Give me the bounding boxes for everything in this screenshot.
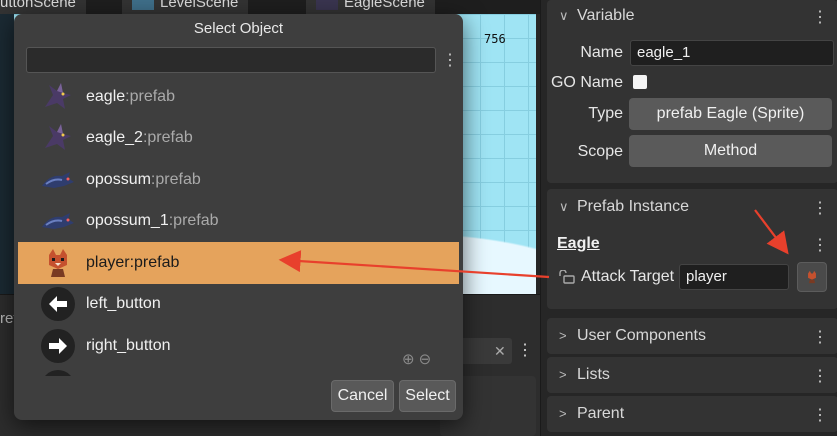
eagle-thumbnail-icon <box>316 0 338 11</box>
right-arrow-icon-wrap <box>38 328 78 363</box>
item-name: player:prefab <box>86 253 180 271</box>
dialog-menu-icon[interactable]: ⋮ <box>442 50 458 72</box>
item-suffix: :prefab <box>168 212 219 230</box>
tab-eagle-scene[interactable]: EagleScene <box>306 0 435 14</box>
search-input[interactable] <box>26 47 436 73</box>
chevron-right-icon: > <box>559 406 567 421</box>
prefab-link[interactable]: Eagle <box>557 235 600 253</box>
unlock-icon[interactable] <box>559 269 575 284</box>
opossum-sprite-icon <box>38 204 78 238</box>
item-name: opossum_1 <box>86 212 169 230</box>
object-list: eagle:prefab eagle_2:prefab opossum:pref… <box>18 76 459 376</box>
list-item-eagle-2[interactable]: eagle_2:prefab <box>18 118 459 160</box>
chevron-down-icon: ∨ <box>559 8 569 23</box>
variable-menu-icon[interactable]: ⋮ <box>812 7 828 27</box>
name-input[interactable]: eagle_1 <box>630 40 834 66</box>
prefab-instance-header[interactable]: ∨ Prefab Instance <box>559 198 689 216</box>
ruler-value: 756 <box>484 32 506 46</box>
left-arrow-icon-wrap <box>38 287 78 322</box>
user-components-header[interactable]: > User Components <box>559 327 706 345</box>
name-label: Name <box>580 44 623 61</box>
chevron-right-icon: > <box>559 328 567 343</box>
eagle-sprite-icon <box>38 121 78 155</box>
dialog-title: Select Object <box>193 20 284 37</box>
item-suffix: :prefab <box>142 129 193 147</box>
round-button-icon <box>41 370 75 376</box>
attack-target-label: Attack Target <box>581 268 675 285</box>
parent-section[interactable]: > Parent ⋮ <box>547 396 837 432</box>
variable-section: ∨ Variable ⋮ Name eagle_1 GO Name Type pr… <box>547 0 837 183</box>
user-components-section[interactable]: > User Components ⋮ <box>547 318 837 354</box>
scene-tab-bar: ButtonScene LevelScene EagleScene <box>0 0 540 14</box>
select-object-dialog: Select Object ⋮ eagle:prefab eagle_2:pre… <box>14 14 463 420</box>
variable-section-header[interactable]: ∨ Variable <box>559 7 635 25</box>
right-arrow-icon <box>41 328 75 363</box>
attack-target-input[interactable]: player <box>679 264 789 290</box>
list-item-opossum[interactable]: opossum:prefab <box>18 159 459 201</box>
type-button[interactable]: prefab Eagle (Sprite) <box>629 98 832 130</box>
more-icon[interactable]: ⋮ <box>517 340 533 360</box>
list-item-partial[interactable] <box>18 367 459 376</box>
inspector-panel: ∨ Variable ⋮ Name eagle_1 GO Name Type pr… <box>540 0 837 436</box>
list-item-left-button[interactable]: left_button <box>18 284 459 326</box>
item-name: eagle <box>86 87 126 105</box>
cancel-button[interactable]: Cancel <box>331 380 394 412</box>
player-sprite-icon <box>808 270 816 284</box>
zoom-controls: ⊕⊖ <box>402 350 435 368</box>
chevron-down-icon: ∨ <box>559 199 569 214</box>
editor-window: ButtonScene LevelScene EagleScene 756 re… <box>0 0 837 436</box>
list-item-player[interactable]: player:prefab <box>18 242 459 284</box>
go-name-checkbox[interactable] <box>633 75 647 89</box>
item-suffix: :prefab <box>125 87 175 105</box>
tab-button-scene[interactable]: ButtonScene <box>0 0 86 14</box>
select-button[interactable]: Select <box>399 380 456 412</box>
go-name-label: GO Name <box>550 74 623 91</box>
tab-level-scene[interactable]: LevelScene <box>122 0 249 14</box>
scene-thumbnail-icon <box>132 0 154 11</box>
item-name: left_button <box>86 295 161 313</box>
scope-label: Scope <box>577 143 623 160</box>
opossum-sprite-icon <box>38 163 78 197</box>
type-label: Type <box>588 105 623 122</box>
partial-icon-wrap <box>38 370 78 376</box>
eagle-sprite-icon <box>38 80 78 114</box>
list-item-right-button[interactable]: right_button <box>18 325 459 367</box>
chevron-right-icon: > <box>559 367 567 382</box>
scope-button[interactable]: Method <box>629 135 832 167</box>
user-components-menu-icon[interactable]: ⋮ <box>812 327 828 347</box>
item-name: opossum <box>86 170 151 188</box>
parent-menu-icon[interactable]: ⋮ <box>812 405 828 425</box>
scene-left-strip <box>0 14 14 294</box>
clear-icon[interactable]: ✕ <box>494 343 506 360</box>
item-name: right_button <box>86 336 171 354</box>
lists-section[interactable]: > Lists ⋮ <box>547 357 837 393</box>
item-suffix: :prefab <box>150 170 201 188</box>
prefab-instance-section: ∨ Prefab Instance ⋮ Eagle ⋮ Attack Target… <box>547 189 837 309</box>
lists-menu-icon[interactable]: ⋮ <box>812 366 828 386</box>
item-name: eagle_2 <box>86 129 143 147</box>
zoom-in-icon[interactable]: ⊕ <box>402 351 419 368</box>
left-arrow-icon <box>41 287 75 322</box>
prefab-instance-menu-icon[interactable]: ⋮ <box>812 198 828 218</box>
object-picker-button[interactable] <box>797 262 827 292</box>
parent-header[interactable]: > Parent <box>559 405 624 423</box>
zoom-out-icon[interactable]: ⊖ <box>419 351 436 368</box>
lists-header[interactable]: > Lists <box>559 366 610 384</box>
list-item-eagle[interactable]: eagle:prefab <box>18 76 459 118</box>
player-sprite-icon <box>38 246 78 280</box>
prefab-link-menu-icon[interactable]: ⋮ <box>812 235 828 255</box>
list-item-opossum-1[interactable]: opossum_1:prefab <box>18 201 459 243</box>
